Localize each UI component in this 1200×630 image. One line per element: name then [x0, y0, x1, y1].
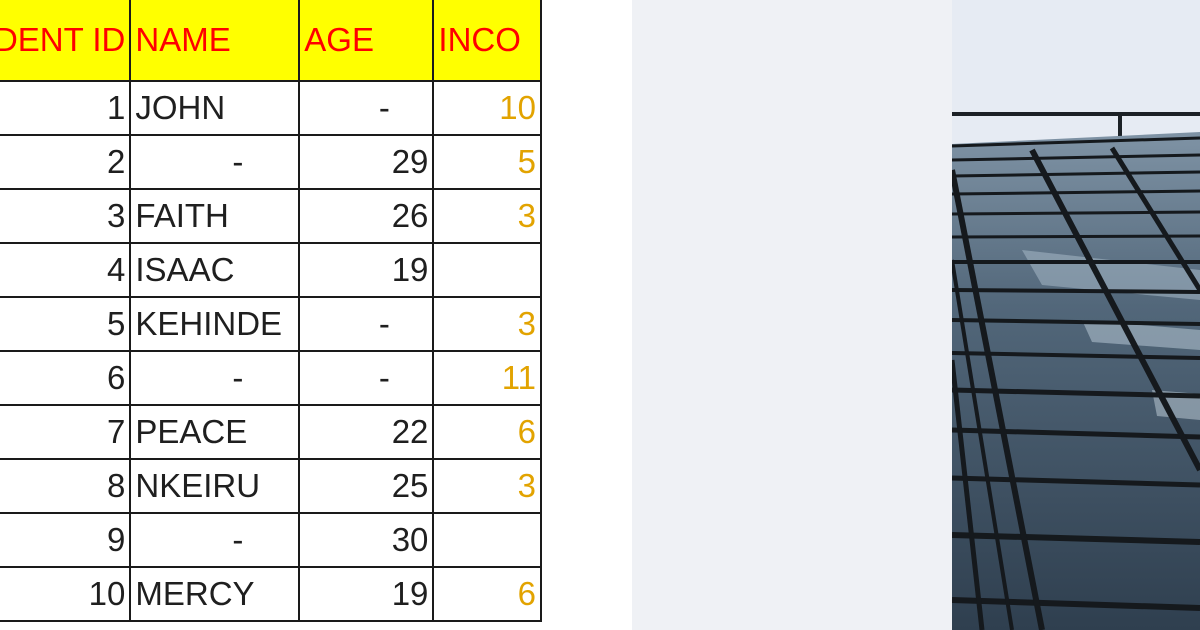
table-row: 5 KEHINDE - 3: [0, 296, 542, 352]
cell-name[interactable]: -: [129, 350, 301, 406]
spreadsheet-crop: NDENT ID NAME AGE INCO 1 JOHN - 10 2 - 2…: [0, 0, 632, 630]
cell-age[interactable]: -: [298, 80, 435, 136]
cell-id[interactable]: 9: [0, 512, 132, 568]
cell-income[interactable]: 3: [432, 188, 542, 244]
cell-age[interactable]: 30: [298, 512, 435, 568]
column-header-name[interactable]: NAME: [129, 0, 301, 82]
table-row: 9 - 30: [0, 512, 542, 568]
cell-id[interactable]: 7: [0, 404, 132, 460]
cell-age[interactable]: -: [298, 296, 435, 352]
cell-age[interactable]: -: [298, 350, 435, 406]
cell-age[interactable]: 19: [298, 242, 435, 298]
cell-name[interactable]: JOHN: [129, 80, 301, 136]
cell-id[interactable]: 6: [0, 350, 132, 406]
cell-age[interactable]: 26: [298, 188, 435, 244]
column-header-age[interactable]: AGE: [298, 0, 435, 82]
cell-name[interactable]: -: [129, 134, 301, 190]
cell-id[interactable]: 2: [0, 134, 132, 190]
cell-id[interactable]: 8: [0, 458, 132, 514]
sky-area: [952, 0, 1200, 150]
cell-name[interactable]: MERCY: [129, 566, 301, 622]
cell-income[interactable]: 6: [432, 404, 542, 460]
cell-age[interactable]: 22: [298, 404, 435, 460]
column-header-income[interactable]: INCO: [432, 0, 542, 82]
cell-id[interactable]: 4: [0, 242, 132, 298]
cell-id[interactable]: 5: [0, 296, 132, 352]
cell-id[interactable]: 1: [0, 80, 132, 136]
cell-name[interactable]: -: [129, 512, 301, 568]
cell-income[interactable]: 3: [432, 458, 542, 514]
cell-income[interactable]: 5: [432, 134, 542, 190]
cell-income[interactable]: 11: [432, 350, 542, 406]
cell-income[interactable]: 10: [432, 80, 542, 136]
table-row: 4 ISAAC 19: [0, 242, 542, 298]
cell-age[interactable]: 29: [298, 134, 435, 190]
table-row: 3 FAITH 26 3: [0, 188, 542, 244]
cell-name[interactable]: PEACE: [129, 404, 301, 460]
cell-id[interactable]: 3: [0, 188, 132, 244]
cell-name[interactable]: NKEIRU: [129, 458, 301, 514]
glass-surface: [952, 132, 1200, 630]
column-header-id[interactable]: NDENT ID: [0, 0, 132, 82]
cell-age[interactable]: 25: [298, 458, 435, 514]
glass-building-facade-image: [952, 0, 1200, 630]
cell-income[interactable]: [432, 512, 542, 568]
cell-name[interactable]: KEHINDE: [129, 296, 301, 352]
cell-id[interactable]: 10: [0, 566, 132, 622]
cell-name[interactable]: ISAAC: [129, 242, 301, 298]
table-row: 8 NKEIRU 25 3: [0, 458, 542, 514]
building-facade-illustration: [952, 0, 1200, 630]
table-row: 7 PEACE 22 6: [0, 404, 542, 460]
cell-income[interactable]: 3: [432, 296, 542, 352]
table-row: 1 JOHN - 10: [0, 80, 542, 136]
table-row: 2 - 29 5: [0, 134, 542, 190]
cell-income[interactable]: 6: [432, 566, 542, 622]
roof-rail: [952, 112, 1200, 116]
table-row: 6 - - 11: [0, 350, 542, 406]
cell-income[interactable]: [432, 242, 542, 298]
cell-age[interactable]: 19: [298, 566, 435, 622]
header-row: NDENT ID NAME AGE INCO: [0, 0, 542, 82]
cell-name[interactable]: FAITH: [129, 188, 301, 244]
spreadsheet-table: NDENT ID NAME AGE INCO 1 JOHN - 10 2 - 2…: [0, 0, 542, 622]
table-row: 10 MERCY 19 6: [0, 566, 542, 622]
